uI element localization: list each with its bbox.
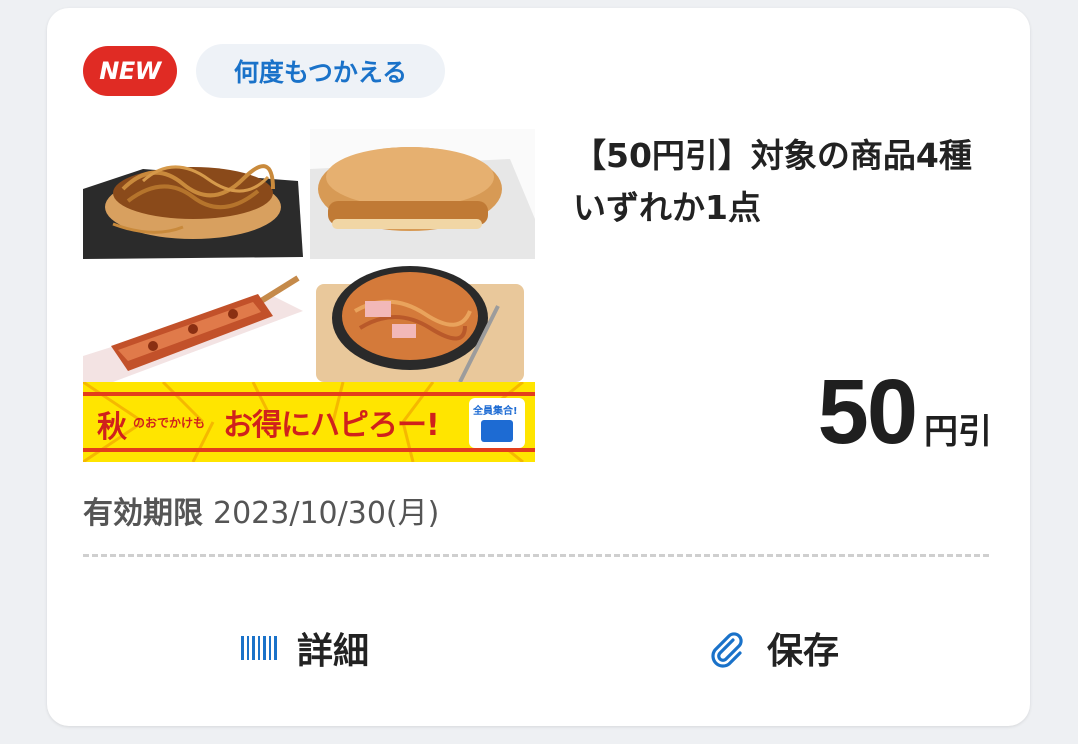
new-badge: NEW [83,46,177,96]
product-photo-napolitan-pasta [310,266,535,382]
banner-text-small: のおでかけも [133,416,206,430]
save-button-label: 保存 [767,631,840,672]
discount-unit: 円引 [924,412,992,452]
discount-amount: 50 円引 [818,360,992,465]
banner-text-main: お得にハピろー! [223,408,440,443]
save-button[interactable]: 保存 [707,618,839,678]
reusable-badge-label: 何度もつかえる [233,58,408,87]
campaign-banner: 秋 のおでかけも お得にハピろー! 全員集合! [83,382,535,462]
expiry-date: 有効期限 2023/10/30(月) [83,488,439,532]
coupon-title: 【50円引】対象の商品4種 いずれか1点 [573,136,1005,227]
expiry-label: 有効期限 [83,496,203,531]
banner-text-autumn: 秋 [97,410,127,445]
product-photo-chicken-bread [310,129,535,259]
coupon-product-image: 秋 のおでかけも お得にハピろー! 全員集合! [83,129,535,462]
expiry-value: 2023/10/30(月) [213,496,440,531]
details-button-label: 詳細 [297,631,370,672]
product-photo-fried-stick [83,266,303,382]
banner-badge-text: 全員集合! [473,406,518,417]
new-badge-label: NEW [99,57,161,85]
paperclip-icon [707,628,747,668]
product-photo-yakisoba-bread [83,129,303,259]
details-button[interactable]: 詳細 [241,618,369,678]
discount-value: 50 [817,361,918,463]
barcode-icon [241,634,277,662]
reusable-badge: 何度もつかえる [196,44,445,98]
coupon-card[interactable]: NEW 何度もつかえる 秋 のおでかけも お得にハピろー! 全員集合! 【50円… [47,8,1030,726]
divider [83,554,989,557]
